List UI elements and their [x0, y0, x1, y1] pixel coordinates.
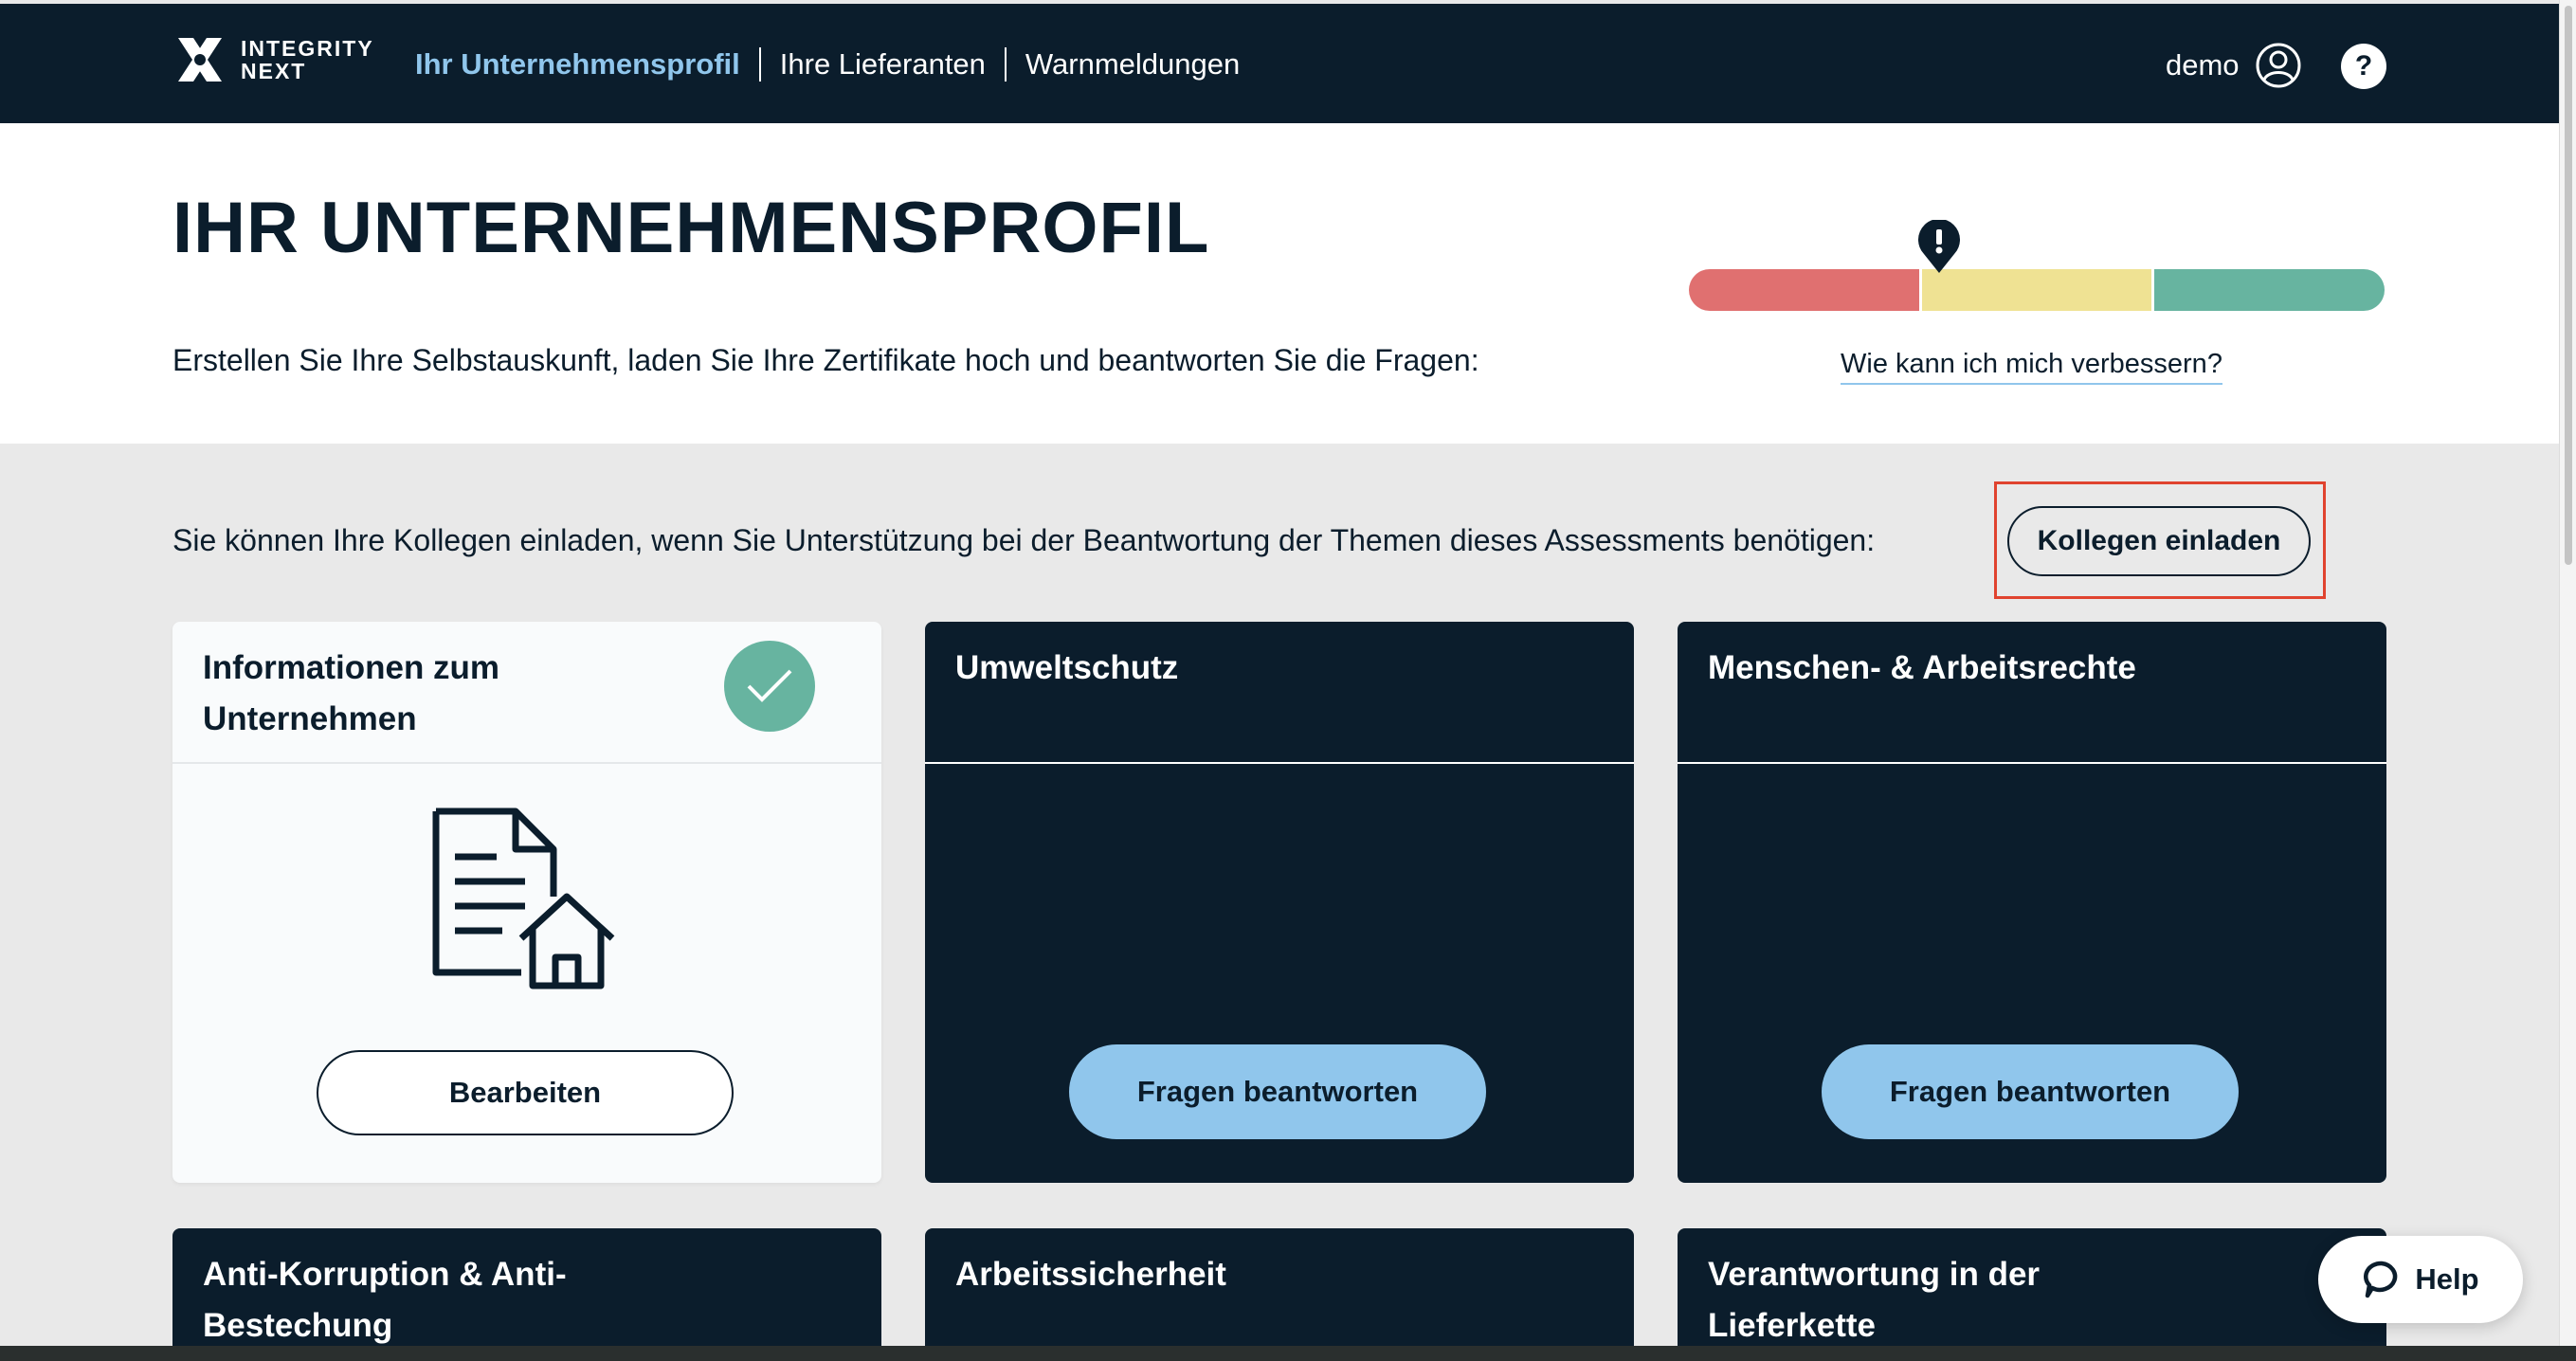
- card-header: Informationen zum Unternehmen: [172, 622, 881, 764]
- answer-questions-button[interactable]: Fragen beantworten: [1069, 1044, 1486, 1139]
- chat-bubble-icon: [2364, 1261, 2398, 1298]
- completed-check-icon: [724, 641, 815, 732]
- card-header: Umweltschutz: [925, 622, 1634, 764]
- top-navigation: INTEGRITY NEXT Ihr Unternehmensprofil Ih…: [0, 4, 2559, 123]
- nav-item-unternehmensprofil[interactable]: Ihr Unternehmensprofil: [415, 45, 759, 83]
- profile-header: IHR UNTERNEHMENSPROFIL Erstellen Sie Ihr…: [0, 123, 2559, 444]
- card-title: Umweltschutz: [955, 649, 1179, 686]
- logo-line-1: INTEGRITY: [241, 36, 374, 61]
- logo-wordmark: INTEGRITY NEXT: [241, 37, 374, 82]
- page-title: IHR UNTERNEHMENSPROFIL: [172, 188, 1210, 268]
- card-title: Anti-Korruption & Anti-Bestechung: [203, 1256, 567, 1344]
- edit-button[interactable]: Bearbeiten: [317, 1050, 734, 1135]
- help-label: Help: [2415, 1262, 2479, 1296]
- app-window: INTEGRITY NEXT Ihr Unternehmensprofil Ih…: [0, 4, 2559, 1348]
- card-unternehmensinformationen: Informationen zum Unternehmen Bearbeiten: [172, 622, 881, 1183]
- card-title: Menschen- & Arbeitsrechte: [1708, 649, 2136, 686]
- logo-line-2: NEXT: [241, 59, 307, 83]
- improve-link[interactable]: Wie kann ich mich verbessern?: [1841, 347, 2222, 385]
- scrollbar-thumb[interactable]: [2565, 6, 2572, 565]
- desktop-background-strip: [0, 1346, 2576, 1361]
- user-menu[interactable]: demo: [2166, 42, 2302, 89]
- nav-links: Ihr Unternehmensprofil Ihre Lieferanten …: [415, 45, 1259, 83]
- card-header: Menschen- & Arbeitsrechte: [1678, 622, 2386, 764]
- invite-description: Sie können Ihre Kollegen einladen, wenn …: [172, 523, 1876, 557]
- score-segment-high: [2151, 269, 2385, 311]
- document-house-icon: [432, 808, 615, 989]
- card-lieferkette: Verantwortung in der Lieferkette: [1678, 1228, 2386, 1348]
- card-title: Verantwortung in der Lieferkette: [1708, 1256, 2041, 1344]
- card-menschenrechte: Menschen- & Arbeitsrechte Fragen beantwo…: [1678, 622, 2386, 1183]
- integrity-next-logo[interactable]: INTEGRITY NEXT: [172, 32, 374, 87]
- answer-questions-button[interactable]: Fragen beantworten: [1822, 1044, 2239, 1139]
- alert-marker-icon: [1918, 220, 1960, 273]
- score-segment-low: [1689, 269, 1919, 311]
- user-name: demo: [2166, 48, 2240, 82]
- help-chat-button[interactable]: Help: [2318, 1236, 2523, 1323]
- card-anti-korruption: Anti-Korruption & Anti-Bestechung: [172, 1228, 881, 1348]
- nav-item-lieferanten[interactable]: Ihre Lieferanten: [761, 45, 1005, 83]
- help-question-icon[interactable]: ?: [2341, 44, 2386, 89]
- card-umweltschutz: Umweltschutz Fragen beantworten: [925, 622, 1634, 1183]
- integrity-next-logo-icon: [178, 38, 222, 82]
- nav-item-warnmeldungen[interactable]: Warnmeldungen: [1007, 45, 1259, 83]
- score-bar: [1689, 269, 2385, 311]
- invite-colleagues-button[interactable]: Kollegen einladen: [2007, 506, 2311, 576]
- card-title: Arbeitssicherheit: [955, 1256, 1226, 1293]
- card-arbeitssicherheit: Arbeitssicherheit: [925, 1228, 1634, 1348]
- user-avatar-icon: [2256, 43, 2301, 88]
- card-title: Informationen zum Unternehmen: [203, 649, 500, 737]
- score-segment-medium: [1918, 269, 2152, 311]
- page-subtitle: Erstellen Sie Ihre Selbstauskunft, laden…: [172, 343, 1479, 377]
